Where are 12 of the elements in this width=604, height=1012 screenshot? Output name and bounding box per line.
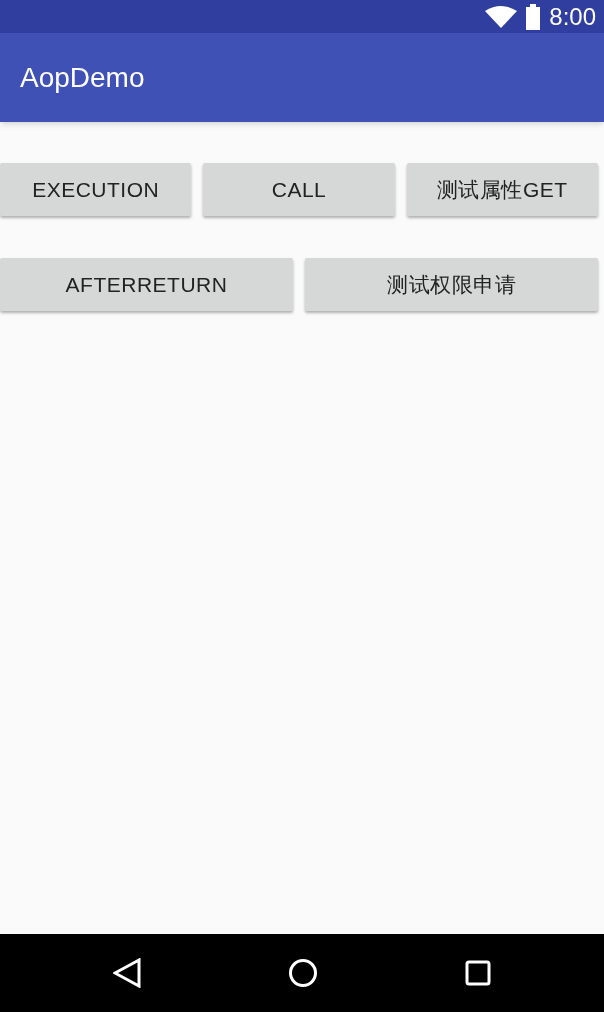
action-button[interactable]: 测试权限申请	[305, 258, 598, 311]
action-button[interactable]: 测试属性GET	[406, 163, 598, 216]
recents-icon[interactable]	[464, 960, 491, 986]
home-icon[interactable]	[288, 958, 318, 988]
battery-icon	[525, 3, 542, 30]
action-button[interactable]: EXECUTION	[0, 163, 192, 216]
action-button[interactable]: AFTERRETURN	[0, 258, 293, 311]
wifi-icon	[485, 5, 518, 28]
status-time: 8:00	[549, 1, 596, 32]
action-button[interactable]: CALL	[203, 163, 395, 216]
app-title: AopDemo	[20, 60, 145, 95]
back-icon[interactable]	[113, 958, 142, 988]
